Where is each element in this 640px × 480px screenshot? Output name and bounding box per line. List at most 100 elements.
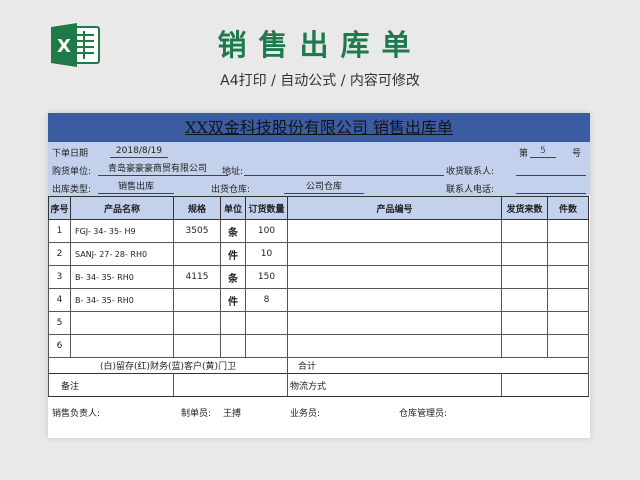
table-header-row: 序号 产品名称 规格 单位 订货数量 产品编号 发货来数 件数 <box>48 196 589 220</box>
table-row: 1 FGJ- 34- 35- H9 3505 条 100 <box>48 219 589 243</box>
col-header-pieces: 件数 <box>547 196 589 220</box>
warehouse-value[interactable]: 公司仓库 <box>284 181 364 194</box>
phone-value[interactable] <box>516 181 586 194</box>
col-header-sent: 发货来数 <box>501 196 548 220</box>
cell-unit[interactable]: 件 <box>220 242 246 266</box>
cell-pieces[interactable] <box>547 265 589 289</box>
cell-no[interactable]: 3 <box>48 265 71 289</box>
cell-spec[interactable] <box>173 311 221 335</box>
receiver-label: 收货联系人: <box>446 167 495 177</box>
phone-label: 联系人电话: <box>446 185 495 195</box>
cell-spec[interactable] <box>173 288 221 312</box>
copies-text: (白)留存(红)财务(蓝)客户(黄)门卫 <box>48 357 288 374</box>
cell-sent[interactable] <box>501 219 548 243</box>
type-label: 出库类型: <box>52 185 92 195</box>
buyer-label: 购货单位: <box>52 167 92 177</box>
logistics-label-cell: 物流方式 <box>287 373 502 397</box>
col-header-name: 产品名称 <box>70 196 174 220</box>
cell-unit[interactable]: 件 <box>220 288 246 312</box>
logistics-value[interactable] <box>501 373 589 397</box>
date-label: 下单日期 <box>52 149 89 159</box>
cell-name[interactable] <box>70 334 174 358</box>
company-title: XX双金科技股份有限公司 销售出库单 <box>48 113 590 142</box>
no-label-post: 号 <box>572 149 582 159</box>
table-row: 4 B- 34- 35- RH0 件 8 <box>48 288 589 312</box>
cell-qty[interactable]: 100 <box>245 219 288 243</box>
type-value[interactable]: 销售出库 <box>98 181 174 194</box>
cell-qty[interactable]: 10 <box>245 242 288 266</box>
spreadsheet-sheet: XX双金科技股份有限公司 销售出库单 下单日期 2018/8/19 第 5 号 … <box>48 113 590 438</box>
maker-label: 制单员: <box>181 409 212 419</box>
copies-row: (白)留存(红)财务(蓝)客户(黄)门卫 合计 <box>48 357 589 374</box>
cell-code[interactable] <box>287 219 502 243</box>
cell-no[interactable]: 6 <box>48 334 71 358</box>
cell-name[interactable]: B- 34- 35- RH0 <box>70 288 174 312</box>
maker-value[interactable]: 王搏 <box>223 406 241 419</box>
no-value[interactable]: 5 <box>530 145 556 158</box>
cell-name[interactable]: B- 34- 35- RH0 <box>70 265 174 289</box>
cell-unit[interactable]: 条 <box>220 219 246 243</box>
cell-no[interactable]: 4 <box>48 288 71 312</box>
receiver-value[interactable] <box>516 163 586 176</box>
cell-code[interactable] <box>287 311 502 335</box>
address-label: 地址: <box>222 167 244 177</box>
cell-code[interactable] <box>287 265 502 289</box>
cell-unit[interactable] <box>220 311 246 335</box>
logistics-label: 物流方式 <box>290 381 327 392</box>
remark-value[interactable] <box>173 373 288 397</box>
cell-no[interactable]: 5 <box>48 311 71 335</box>
order-info-area: 下单日期 2018/8/19 第 5 号 购货单位: 青岛豪豪豪商贸有限公司 地… <box>48 142 590 196</box>
cell-spec[interactable] <box>173 334 221 358</box>
buyer-value[interactable]: 青岛豪豪豪商贸有限公司 <box>98 163 228 176</box>
cell-pieces[interactable] <box>547 311 589 335</box>
cell-spec[interactable] <box>173 242 221 266</box>
cell-pieces[interactable] <box>547 242 589 266</box>
cell-qty[interactable] <box>245 311 288 335</box>
cell-spec[interactable]: 4115 <box>173 265 221 289</box>
cell-spec[interactable]: 3505 <box>173 219 221 243</box>
banner-title: 销售出库单 <box>217 28 423 62</box>
signature-footer: 销售负责人: 制单员: 王搏 业务员: 仓库管理员: <box>48 406 590 420</box>
cell-name[interactable]: FGJ- 34- 35- H9 <box>70 219 174 243</box>
cell-sent[interactable] <box>501 334 548 358</box>
cell-sent[interactable] <box>501 265 548 289</box>
table-row: 2 SANJ- 27- 28- RH0 件 10 <box>48 242 589 266</box>
total-label-text: 合计 <box>298 362 317 372</box>
total-label: 合计 <box>287 357 589 374</box>
cell-sent[interactable] <box>501 242 548 266</box>
table-row: 3 B- 34- 35- RH0 4115 条 150 <box>48 265 589 289</box>
cell-qty[interactable] <box>245 334 288 358</box>
warehouse-label: 出货仓库: <box>211 185 251 195</box>
clerk-label: 业务员: <box>290 409 321 419</box>
cell-name[interactable] <box>70 311 174 335</box>
col-header-spec: 规格 <box>173 196 221 220</box>
address-value[interactable] <box>244 163 444 176</box>
cell-no[interactable]: 2 <box>48 242 71 266</box>
cell-sent[interactable] <box>501 288 548 312</box>
col-header-code: 产品编号 <box>287 196 502 220</box>
cell-no[interactable]: 1 <box>48 219 71 243</box>
cell-pieces[interactable] <box>547 334 589 358</box>
cell-sent[interactable] <box>501 311 548 335</box>
cell-code[interactable] <box>287 288 502 312</box>
cell-qty[interactable]: 150 <box>245 265 288 289</box>
col-header-no: 序号 <box>48 196 71 220</box>
remark-label: 备注 <box>48 373 174 397</box>
cell-qty[interactable]: 8 <box>245 288 288 312</box>
cell-pieces[interactable] <box>547 288 589 312</box>
table-row: 6 <box>48 334 589 358</box>
cell-name[interactable]: SANJ- 27- 28- RH0 <box>70 242 174 266</box>
remark-row: 备注 物流方式 <box>48 373 589 397</box>
cell-code[interactable] <box>287 334 502 358</box>
date-value[interactable]: 2018/8/19 <box>110 145 168 158</box>
cell-code[interactable] <box>287 242 502 266</box>
product-table: 序号 产品名称 规格 单位 订货数量 产品编号 发货来数 件数 1 FGJ- 3… <box>48 196 589 397</box>
banner-subtitle: A4打印 / 自动公式 / 内容可修改 <box>220 73 420 89</box>
no-label-pre: 第 <box>519 149 529 159</box>
col-header-qty: 订货数量 <box>245 196 288 220</box>
col-header-unit: 单位 <box>220 196 246 220</box>
cell-unit[interactable] <box>220 334 246 358</box>
cell-unit[interactable]: 条 <box>220 265 246 289</box>
cell-pieces[interactable] <box>547 219 589 243</box>
warehouse-manager-label: 仓库管理员: <box>399 409 448 419</box>
